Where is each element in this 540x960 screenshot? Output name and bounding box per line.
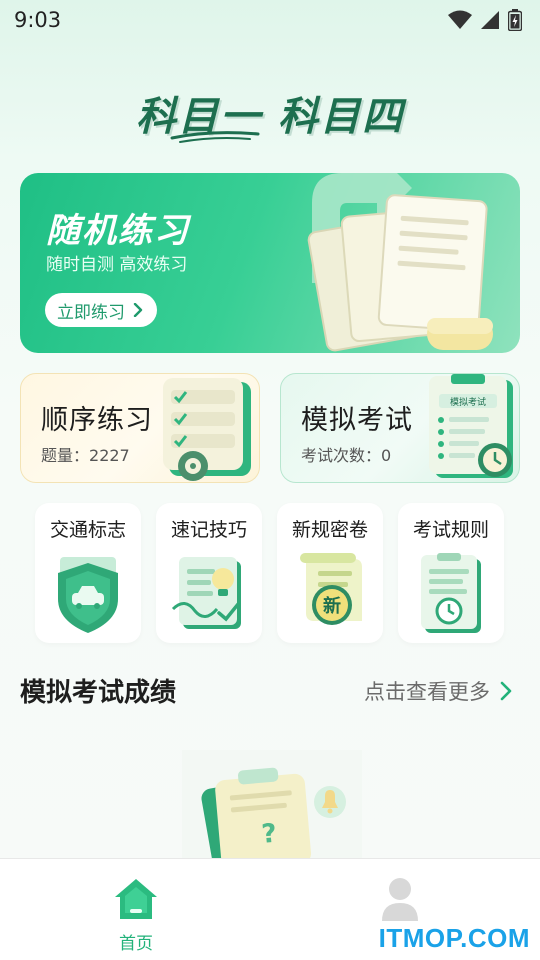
exam-clipboard-badge: 模拟考试 <box>450 396 486 408</box>
traffic-sign-shield-icon <box>58 557 118 633</box>
svg-text:?: ? <box>260 819 278 850</box>
app-title: 科目一 科目四 <box>136 94 404 140</box>
checklist-wheel-illustration <box>163 378 251 481</box>
mock-exam-title: 模拟考试 <box>301 405 413 436</box>
title-swoosh-decoration <box>170 131 260 143</box>
bottom-nav: 首页 ITMOP.COM <box>0 858 540 960</box>
nav-home-tab[interactable]: 首页 <box>94 877 178 954</box>
random-practice-card[interactable]: 随机练习 随时自测 高效练习 立即练习 <box>20 173 520 353</box>
quick-item-label: 新规密卷 <box>291 519 368 541</box>
home-icon <box>115 879 157 919</box>
exam-count-value: 0 <box>381 446 392 465</box>
quick-item-exam-rules[interactable]: 考试规则 <box>398 503 504 643</box>
papers-arrow-illustration <box>307 173 493 352</box>
start-practice-label: 立即练习 <box>57 302 125 323</box>
exam-count-label: 考试次数： <box>301 446 382 465</box>
clock-clipboard-icon <box>421 553 481 633</box>
random-practice-subtitle: 随时自测 高效练习 <box>46 255 188 275</box>
status-icons <box>448 9 522 31</box>
status-time: 9:03 <box>14 8 62 32</box>
random-practice-title: 随机练习 <box>46 211 190 251</box>
question-count-label: 题量： <box>41 446 90 465</box>
start-practice-button[interactable]: 立即练习 <box>45 293 157 327</box>
status-bar: 9:03 <box>0 0 540 40</box>
nav-home-label: 首页 <box>119 934 153 954</box>
view-more-label: 点击查看更多 <box>364 680 490 704</box>
exam-clipboard-illustration: 模拟考试 <box>429 374 513 478</box>
view-more-link[interactable]: 点击查看更多 <box>364 676 512 706</box>
quick-item-traffic-signs[interactable]: 交通标志 <box>35 503 141 643</box>
quick-item-label: 交通标志 <box>49 519 126 541</box>
lightbulb-doc-icon <box>171 557 241 629</box>
quick-item-label: 速记技巧 <box>170 519 247 541</box>
user-icon <box>382 878 418 921</box>
order-practice-title: 顺序练习 <box>41 405 153 436</box>
new-badge-text: 新 <box>323 595 341 617</box>
wifi-icon <box>448 10 472 29</box>
results-section-title: 模拟考试成绩 <box>20 678 177 708</box>
mock-exam-card[interactable]: 模拟考试 考试次数：0 模拟考试 <box>280 373 520 483</box>
order-practice-card[interactable]: 顺序练习 题量：2227 <box>20 373 260 483</box>
chevron-right-icon <box>133 303 143 317</box>
quick-item-new-rules-paper[interactable]: 新规密卷 新 <box>277 503 383 643</box>
chevron-right-icon <box>500 681 512 701</box>
empty-results-illustration: ? <box>182 750 362 858</box>
signal-icon <box>481 11 499 29</box>
quick-item-label: 考试规则 <box>412 519 489 541</box>
question-count: 题量：2227 <box>41 442 130 466</box>
battery-icon <box>508 9 522 31</box>
quick-item-memory-tips[interactable]: 速记技巧 <box>156 503 262 643</box>
question-count-value: 2227 <box>89 446 130 465</box>
watermark: ITMOP.COM <box>378 923 530 953</box>
nav-profile-tab[interactable] <box>380 877 430 927</box>
exam-count: 考试次数：0 <box>301 442 391 466</box>
new-scroll-icon: 新 <box>300 553 362 625</box>
